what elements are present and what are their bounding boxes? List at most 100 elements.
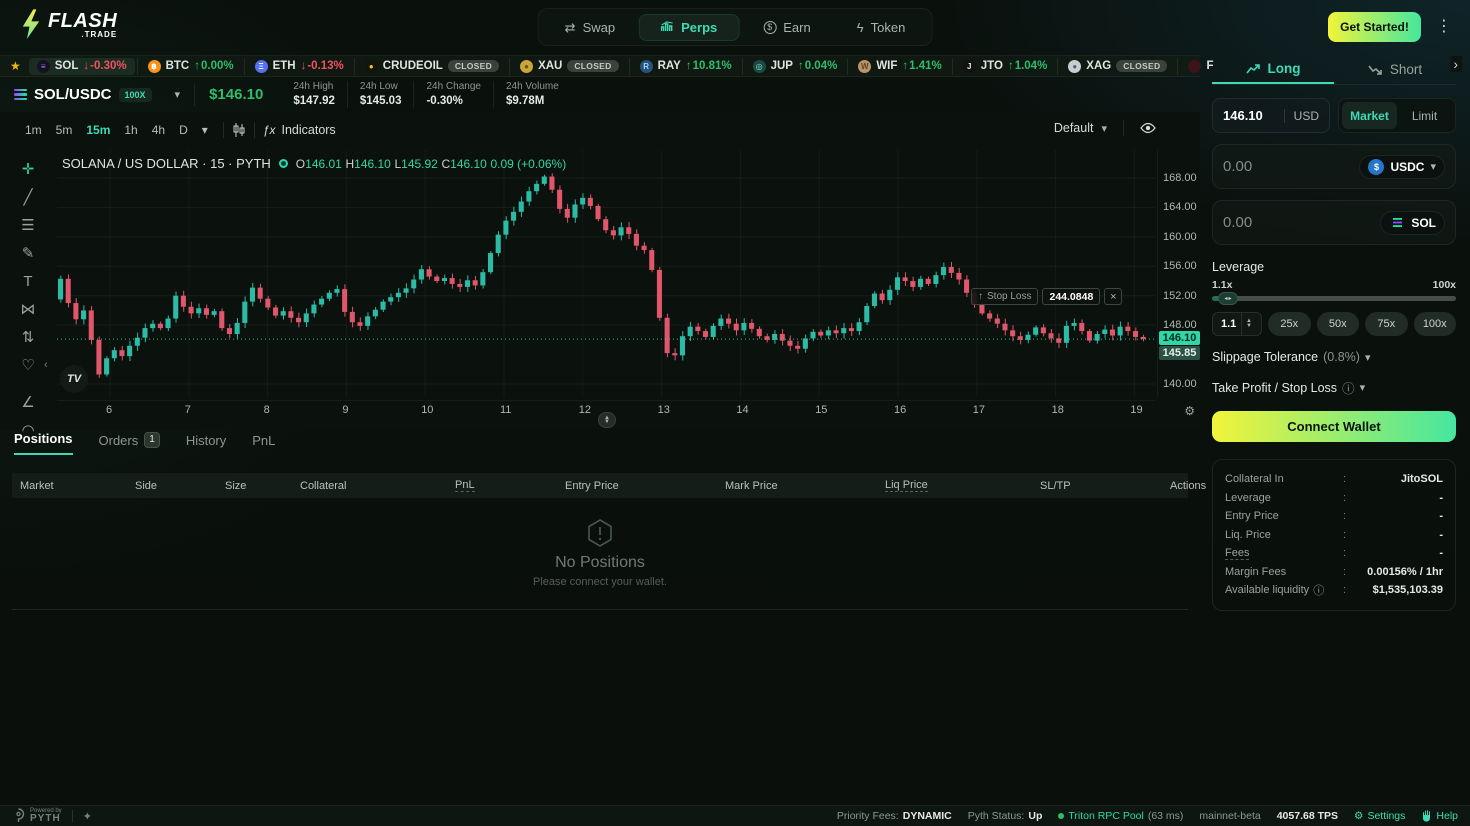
order-type-limit[interactable]: Limit [1397, 102, 1452, 129]
xabcd-pattern-icon[interactable]: ⋈ [13, 300, 43, 319]
get-started-button[interactable]: Get Started! [1328, 12, 1421, 42]
tab-short[interactable]: Short [1334, 55, 1456, 84]
ticker-item-jto[interactable]: J JTO ↑1.04% [952, 58, 1058, 75]
jto-token-icon: J [963, 60, 976, 73]
flash-bolt-icon [20, 9, 42, 41]
leverage-stepper[interactable]: ▲▼ [1241, 313, 1256, 335]
toolbar-collapse-icon[interactable]: ‹ [44, 359, 48, 371]
time-tick: 10 [421, 404, 433, 416]
trend-line-icon[interactable]: ╱ [13, 188, 43, 207]
ticker-item-jup[interactable]: ◎ JUP ↑0.04% [742, 58, 848, 75]
timeframe-1h[interactable]: 1h [117, 120, 144, 140]
rpc-status[interactable]: Triton RPC Pool (63 ms) [1058, 810, 1183, 822]
stop-loss-value[interactable]: 244.0848 [1042, 288, 1100, 305]
tab-long[interactable]: Long [1212, 55, 1334, 84]
time-tick: 17 [973, 404, 985, 416]
ticker-item-wif[interactable]: W WIF ↑1.41% [847, 58, 951, 75]
slippage-value: (0.8%) [1323, 350, 1360, 364]
fib-retracement-icon[interactable]: ☰ [13, 216, 43, 235]
col-sltp: SL/TP [1040, 480, 1170, 492]
settings-button[interactable]: ⚙ Settings [1354, 810, 1405, 822]
col-pnl[interactable]: PnL [455, 479, 475, 492]
fx-icon: ƒx [263, 123, 276, 137]
stop-loss-label[interactable]: ↑ Stop Loss [971, 288, 1038, 305]
text-tool-icon[interactable]: T [13, 272, 43, 291]
ticker-item-eth[interactable]: Ξ ETH ↓-0.13% [244, 58, 354, 75]
nav-item-perps[interactable]: Perps [639, 14, 739, 41]
sol-market-icon [14, 89, 27, 100]
tab-pnl[interactable]: PnL [252, 433, 275, 455]
leverage-slider-handle[interactable]: ◂▸ [1218, 292, 1238, 305]
receive-amount-input[interactable] [1223, 214, 1313, 231]
tpsl-row[interactable]: Take Profit / Stop Loss ⓘ ▾ [1212, 378, 1456, 397]
nav-item-earn[interactable]: $ Earn [741, 14, 832, 41]
leverage-100x-button[interactable]: 100x [1414, 312, 1457, 336]
eye-icon[interactable] [1140, 122, 1156, 134]
candle-style-icon[interactable] [232, 123, 246, 137]
connect-wallet-button[interactable]: Connect Wallet [1212, 411, 1456, 442]
time-tick: 13 [658, 404, 670, 416]
tab-history[interactable]: History [186, 433, 226, 455]
time-tick: 7 [185, 404, 191, 416]
ticker-item-btc[interactable]: ฿ BTC ↑0.00% [137, 58, 244, 75]
ticker-item-xag[interactable]: ● XAG CLOSED [1057, 58, 1177, 75]
overflow-menu-icon[interactable]: ⋮ [1436, 16, 1452, 36]
price-axis[interactable]: 146.10 145.85 168.00164.00160.00156.0015… [1157, 150, 1200, 397]
pair-selector[interactable]: SOL/USDC 100X ▾ [0, 86, 180, 103]
drawing-toolbar: ✛ ╱ ☰ ✎ T ⋈ ⇅ ♡ ∠ ◠ [0, 152, 56, 416]
ticker-item-xau[interactable]: ● XAU CLOSED [509, 58, 629, 75]
favorites-star-icon[interactable]: ★ [10, 59, 21, 73]
pay-amount-input[interactable] [1223, 158, 1313, 175]
top-nav: FLASH .TRADE ⇄ Swap Perps $ Earn ϟ Token [0, 0, 1470, 55]
detail-fees[interactable]: Fees: - [1225, 544, 1443, 563]
tradingview-watermark[interactable]: TV [60, 365, 88, 393]
leverage-input[interactable] [1213, 318, 1241, 330]
nav-item-swap[interactable]: ⇄ Swap [543, 14, 637, 41]
ticker-item-ray[interactable]: R RAY ↑10.81% [629, 58, 742, 75]
ruler-icon[interactable]: ∠ [13, 393, 43, 412]
status-dot [279, 159, 288, 168]
pay-token-selector[interactable]: $ USDC ▾ [1359, 155, 1445, 179]
detail-leverage: Leverage: - [1225, 489, 1443, 508]
flash-logo[interactable]: FLASH .TRADE [20, 9, 117, 41]
slippage-tolerance-row[interactable]: Slippage Tolerance (0.8%) ▾ [1212, 350, 1456, 364]
leverage-50x-button[interactable]: 50x [1317, 312, 1360, 336]
price-input[interactable] [1223, 108, 1281, 123]
leverage-75x-button[interactable]: 75x [1365, 312, 1408, 336]
ticker-item-sol[interactable]: ≡ SOL ↓-0.30% [29, 58, 135, 75]
emoji-heart-icon[interactable]: ♡ [13, 356, 43, 375]
col-collateral: Collateral [300, 480, 455, 492]
info-icon[interactable]: ⓘ [1313, 582, 1324, 598]
pyth-logo[interactable]: Powered by PYTH [12, 808, 62, 825]
axis-settings-icon[interactable]: ⚙ [1184, 404, 1195, 418]
col-liq-price[interactable]: Liq Price [885, 479, 928, 492]
timeframe-15m[interactable]: 15m [79, 120, 117, 140]
ticker-item-crudeoil[interactable]: ● CRUDEOIL CLOSED [354, 58, 509, 75]
nav-item-token[interactable]: ϟ Token [835, 14, 928, 41]
timeframe-1m[interactable]: 1m [18, 120, 49, 140]
crosshair-icon[interactable]: ✛ [13, 160, 43, 179]
stop-loss-close-icon[interactable]: × [1104, 288, 1122, 305]
leverage-slider[interactable]: ◂▸ [1212, 296, 1456, 301]
timeframe-1d[interactable]: D [172, 120, 195, 140]
timeframe-more-icon[interactable]: ▾ [195, 120, 215, 140]
chevron-down-icon[interactable]: ▾ [1101, 122, 1107, 135]
receive-token-selector[interactable]: SOL [1380, 211, 1445, 235]
help-button[interactable]: Help [1421, 810, 1458, 822]
tab-positions[interactable]: Positions [14, 431, 73, 455]
candlestick-chart[interactable] [57, 150, 1155, 397]
panel-resize-handle[interactable]: ▲▼ [598, 412, 616, 428]
brush-icon[interactable]: ✎ [13, 244, 43, 263]
pay-amount-field: $ USDC ▾ [1212, 144, 1456, 189]
priority-fees[interactable]: Priority Fees: DYNAMIC [837, 810, 952, 822]
indicators-button[interactable]: ƒx Indicators [263, 123, 336, 137]
timeframe-4h[interactable]: 4h [145, 120, 172, 140]
tab-orders[interactable]: Orders 1 [99, 432, 160, 455]
leverage-25x-button[interactable]: 25x [1268, 312, 1311, 336]
long-short-position-icon[interactable]: ⇅ [13, 328, 43, 347]
sol-token-icon [1389, 215, 1405, 231]
layout-select[interactable]: Default [1054, 121, 1094, 135]
timeframe-5m[interactable]: 5m [49, 120, 80, 140]
sparkle-icon[interactable]: ✦ [83, 810, 92, 823]
order-type-market[interactable]: Market [1342, 102, 1397, 129]
